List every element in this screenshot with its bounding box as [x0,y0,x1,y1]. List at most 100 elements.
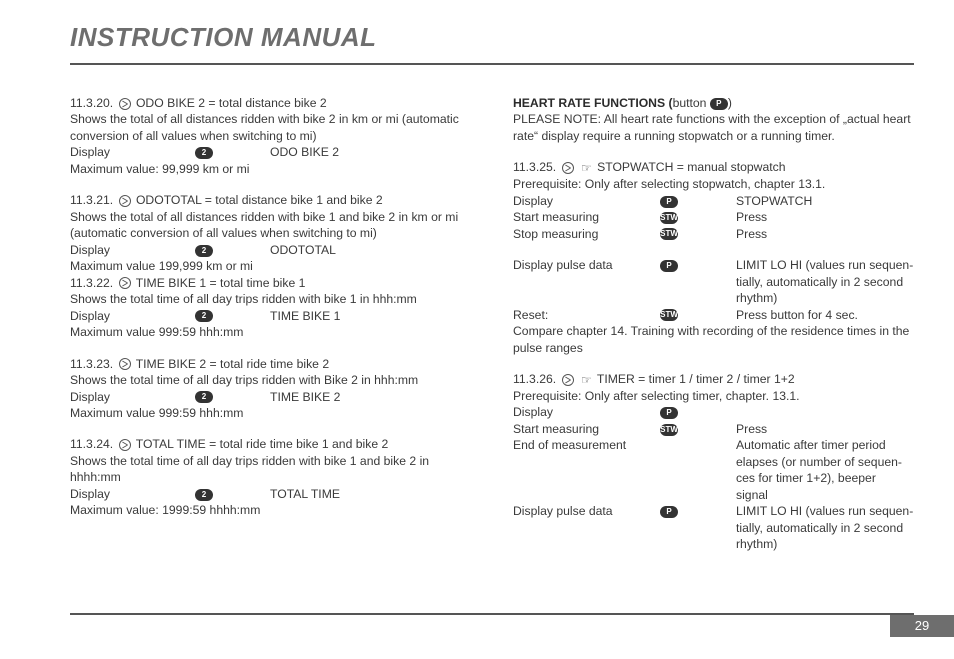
s24-display-row: Display 2 TOTAL TIME [70,486,471,502]
s21-title: ODOTOTAL = total distance bike 1 and bik… [136,193,383,207]
s20-display-row: Display 2 ODO BIKE 2 [70,144,471,160]
s26-pulse-l3: rhythm) [513,536,914,552]
s25-prereq: Prerequisite: Only after selecting stopw… [513,176,914,192]
footer: 29 [0,613,954,645]
s25-pulse: Display pulse data P LIMIT LO HI (values… [513,257,914,273]
s23-desc: Shows the total time of all day trips ri… [70,372,471,388]
value: Press [736,226,914,242]
label: Display pulse data [513,503,660,519]
s20-max: Maximum value: 99,999 km or mi [70,161,471,177]
bike-icon [119,277,131,289]
bike-icon [119,358,131,370]
s25-heading: 11.3.25. ☞ STOPWATCH = manual stopwatch [513,159,914,176]
page-number: 29 [890,615,954,637]
s21-max: Maximum value 199,999 km or mi [70,258,471,274]
display-value: ODO BIKE 2 [270,144,471,160]
label: Display pulse data [513,257,660,273]
s23-heading: 11.3.23. TIME BIKE 2 = total ride time b… [70,356,471,372]
p-icon: P [660,407,678,419]
value [736,404,914,420]
hr-heading: HEART RATE FUNCTIONS (button P) [513,95,914,111]
p-icon: P [660,196,678,208]
value: LIMIT LO HI (values run sequen- [736,503,914,519]
s22-num: 11.3.22. [70,276,113,290]
value: Press [736,421,914,437]
p-icon: P [660,506,678,518]
value: Press [736,209,914,225]
s22-max: Maximum value 999:59 hhh:mm [70,324,471,340]
s24-max: Maximum value: 1999:59 hhhh:mm [70,502,471,518]
s22-desc: Shows the total time of all day trips ri… [70,291,471,307]
stw-icon: STW [660,212,678,224]
label: Display [513,404,660,420]
s25-compare: Compare chapter 14. Training with record… [513,323,914,356]
s25-title: STOPWATCH = manual stopwatch [597,160,785,174]
s26-num: 11.3.26. [513,372,556,386]
s21-num: 11.3.21. [70,193,113,207]
s26-start: Start measuring STW Press [513,421,914,437]
stw-icon: STW [660,424,678,436]
s23-num: 11.3.23. [70,357,113,371]
display-label: Display [70,486,195,502]
hand-icon: ☞ [581,372,592,388]
s26-end-l4: signal [513,487,914,503]
s26-display: Display P [513,404,914,420]
two-icon: 2 [195,147,213,159]
s22-title: TIME BIKE 1 = total time bike 1 [136,276,306,290]
bike-icon [562,374,574,386]
s26-end-l2: elapses (or number of sequen- [513,454,914,470]
stw-icon: STW [660,309,678,321]
display-label: Display [70,242,195,258]
value: LIMIT LO HI (values run sequen- [736,257,914,273]
s26-prereq: Prerequisite: Only after selecting timer… [513,388,914,404]
p-icon: P [710,98,728,110]
left-column: 11.3.20. ODO BIKE 2 = total distance bik… [70,95,471,553]
display-value: TIME BIKE 2 [270,389,471,405]
content-columns: 11.3.20. ODO BIKE 2 = total distance bik… [70,95,914,553]
s25-reset: Reset: STW Press button for 4 sec. [513,307,914,323]
s26-heading: 11.3.26. ☞ TIMER = timer 1 / timer 2 / t… [513,371,914,388]
right-column: HEART RATE FUNCTIONS (button P) PLEASE N… [513,95,914,553]
s20-desc: Shows the total of all distances ridden … [70,111,471,144]
s26-pulse-l2: tially, automatically in 2 second [513,520,914,536]
s26-end-l3: ces for timer 1+2), beeper [513,470,914,486]
s21-heading: 11.3.21. ODOTOTAL = total distance bike … [70,192,471,208]
s26-title: TIMER = timer 1 / timer 2 / timer 1+2 [597,372,795,386]
hr-end: ) [728,96,732,110]
display-value: TIME BIKE 1 [270,308,471,324]
bike-icon [562,162,574,174]
display-label: Display [70,144,195,160]
header-rule [70,63,914,65]
value: Press button for 4 sec. [736,307,914,323]
s26-end: End of measurement Automatic after timer… [513,437,914,453]
s23-max: Maximum value 999:59 hhh:mm [70,405,471,421]
s20-heading: 11.3.20. ODO BIKE 2 = total distance bik… [70,95,471,111]
hand-icon: ☞ [581,160,592,176]
s21-display-row: Display 2 ODOTOTAL [70,242,471,258]
value: Automatic after timer period [736,437,914,453]
s25-start: Start measuring STW Press [513,209,914,225]
two-icon: 2 [195,310,213,322]
label: Display [513,193,660,209]
s25-stop: Stop measuring STW Press [513,226,914,242]
label: End of measurement [513,437,660,453]
bike-icon [119,439,131,451]
manual-page: INSTRUCTION MANUAL 11.3.20. ODO BIKE 2 =… [0,0,954,659]
label: Start measuring [513,421,660,437]
two-icon: 2 [195,245,213,257]
display-value: TOTAL TIME [270,486,471,502]
s25-pulse-l3: rhythm) [513,290,914,306]
value: STOPWATCH [736,193,914,209]
s20-num: 11.3.20. [70,96,113,110]
s22-heading: 11.3.22. TIME BIKE 1 = total time bike 1 [70,275,471,291]
s23-title: TIME BIKE 2 = total ride time bike 2 [136,357,329,371]
bike-icon [119,195,131,207]
two-icon: 2 [195,489,213,501]
s25-display: Display P STOPWATCH [513,193,914,209]
bike-icon [119,98,131,110]
page-title: INSTRUCTION MANUAL [70,22,914,53]
p-icon: P [660,260,678,272]
footer-rule [70,613,914,615]
s25-num: 11.3.25. [513,160,556,174]
s25-pulse-l2: tially, automatically in 2 second [513,274,914,290]
